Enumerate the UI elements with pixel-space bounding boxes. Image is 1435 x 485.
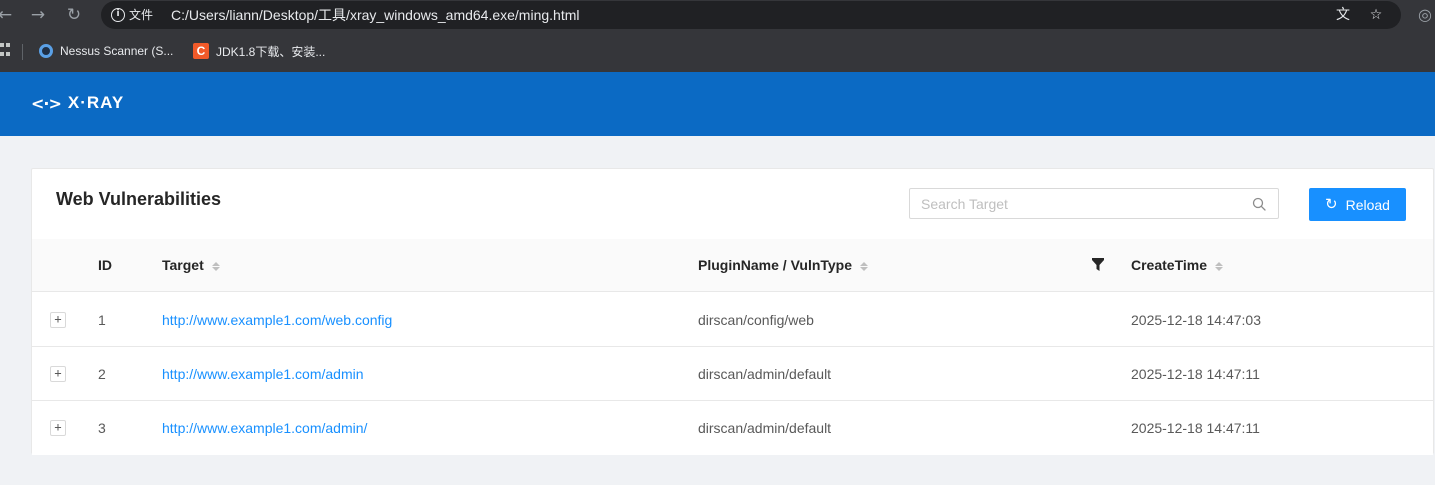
xray-logo: <·> X·RAY (31, 91, 124, 115)
info-icon: i (111, 8, 125, 22)
cell-target-link[interactable]: http://www.example1.com/web.config (162, 293, 392, 347)
address-bar-row: ← → ↻ i 文件 C:/Users/liann/Desktop/工具/xra… (0, 0, 1435, 31)
cell-id: 3 (98, 420, 106, 436)
column-header-id: ID (98, 239, 112, 292)
site-info-chip[interactable]: i 文件 (111, 6, 153, 24)
filter-icon[interactable] (1092, 258, 1104, 272)
expand-row-button[interactable]: + (50, 366, 66, 382)
bookmark-jdk[interactable]: C JDK1.8下载、安装... (193, 42, 325, 60)
browser-chrome: ← → ↻ i 文件 C:/Users/liann/Desktop/工具/xra… (0, 0, 1435, 72)
cell-target-link[interactable]: http://www.example1.com/admin/ (162, 401, 367, 455)
reload-button-label: Reload (1345, 196, 1390, 213)
table-row: + 1 http://www.example1.com/web.config d… (32, 293, 1433, 347)
site-info-label: 文件 (129, 8, 154, 22)
search-input[interactable] (910, 189, 1240, 218)
cell-target-link[interactable]: http://www.example1.com/admin (162, 347, 364, 401)
search-icon[interactable] (1252, 197, 1266, 211)
cell-plugin: dirscan/admin/default (698, 420, 832, 436)
sort-icon[interactable] (211, 261, 220, 271)
star-icon[interactable]: ☆ (1366, 5, 1386, 25)
table-header: ID Target PluginName / VulnType CreateTi… (32, 239, 1433, 292)
cell-id: 1 (98, 312, 106, 328)
column-header-label: PluginName / VulnType (698, 257, 853, 273)
omnibox[interactable]: i 文件 C:/Users/liann/Desktop/工具/xray_wind… (101, 1, 1401, 29)
apps-icon[interactable] (0, 43, 10, 59)
reload-icon: ↻ (1325, 195, 1338, 213)
column-header-plugin[interactable]: PluginName / VulnType (698, 239, 869, 292)
profile-icon[interactable]: ◎ (1414, 4, 1435, 26)
page-title: Web Vulnerabilities (56, 189, 222, 209)
reload-button[interactable]: ↻ Reload (1309, 188, 1406, 221)
expand-row-button[interactable]: + (50, 312, 66, 328)
sort-icon[interactable] (1215, 261, 1224, 271)
bookmark-label: JDK1.8下载、安装... (216, 44, 326, 59)
column-header-create-time[interactable]: CreateTime (1131, 239, 1224, 292)
vulnerabilities-card: Web Vulnerabilities ↻ Reload ID Target P… (31, 168, 1434, 455)
logo-text: X·RAY (67, 93, 125, 112)
sort-icon[interactable] (860, 261, 869, 271)
logo-mark-icon: <·> (31, 93, 62, 113)
reload-icon[interactable]: ↻ (63, 4, 85, 26)
table-row: + 3 http://www.example1.com/admin/ dirsc… (32, 401, 1433, 455)
bookmark-nessus[interactable]: Nessus Scanner (S... (39, 42, 173, 60)
nessus-favicon (39, 44, 53, 58)
back-icon[interactable]: ← (0, 4, 16, 26)
cell-plugin: dirscan/admin/default (698, 366, 832, 382)
column-header-label: ID (98, 257, 112, 273)
column-header-label: CreateTime (1131, 257, 1208, 273)
search-box[interactable] (909, 188, 1279, 219)
cell-create-time: 2025-12-18 14:47:03 (1131, 312, 1261, 328)
csdn-favicon: C (193, 43, 209, 59)
cell-id: 2 (98, 366, 106, 382)
forward-icon[interactable]: → (27, 4, 49, 26)
cell-plugin: dirscan/config/web (698, 312, 814, 328)
table-row: + 2 http://www.example1.com/admin dirsca… (32, 347, 1433, 401)
column-header-target[interactable]: Target (162, 239, 220, 292)
cell-create-time: 2025-12-18 14:47:11 (1131, 420, 1260, 436)
translate-icon[interactable]: 文 (1333, 5, 1353, 25)
bookmarks-bar: Nessus Scanner (S... C JDK1.8下载、安装... (0, 31, 1435, 72)
bookmarks-separator (22, 44, 23, 60)
expand-row-button[interactable]: + (50, 420, 66, 436)
bookmark-label: Nessus Scanner (S... (60, 44, 174, 58)
cell-create-time: 2025-12-18 14:47:11 (1131, 366, 1260, 382)
app-header: <·> X·RAY (0, 72, 1435, 136)
url-text[interactable]: C:/Users/liann/Desktop/工具/xray_windows_a… (171, 6, 580, 24)
column-header-label: Target (162, 257, 204, 273)
